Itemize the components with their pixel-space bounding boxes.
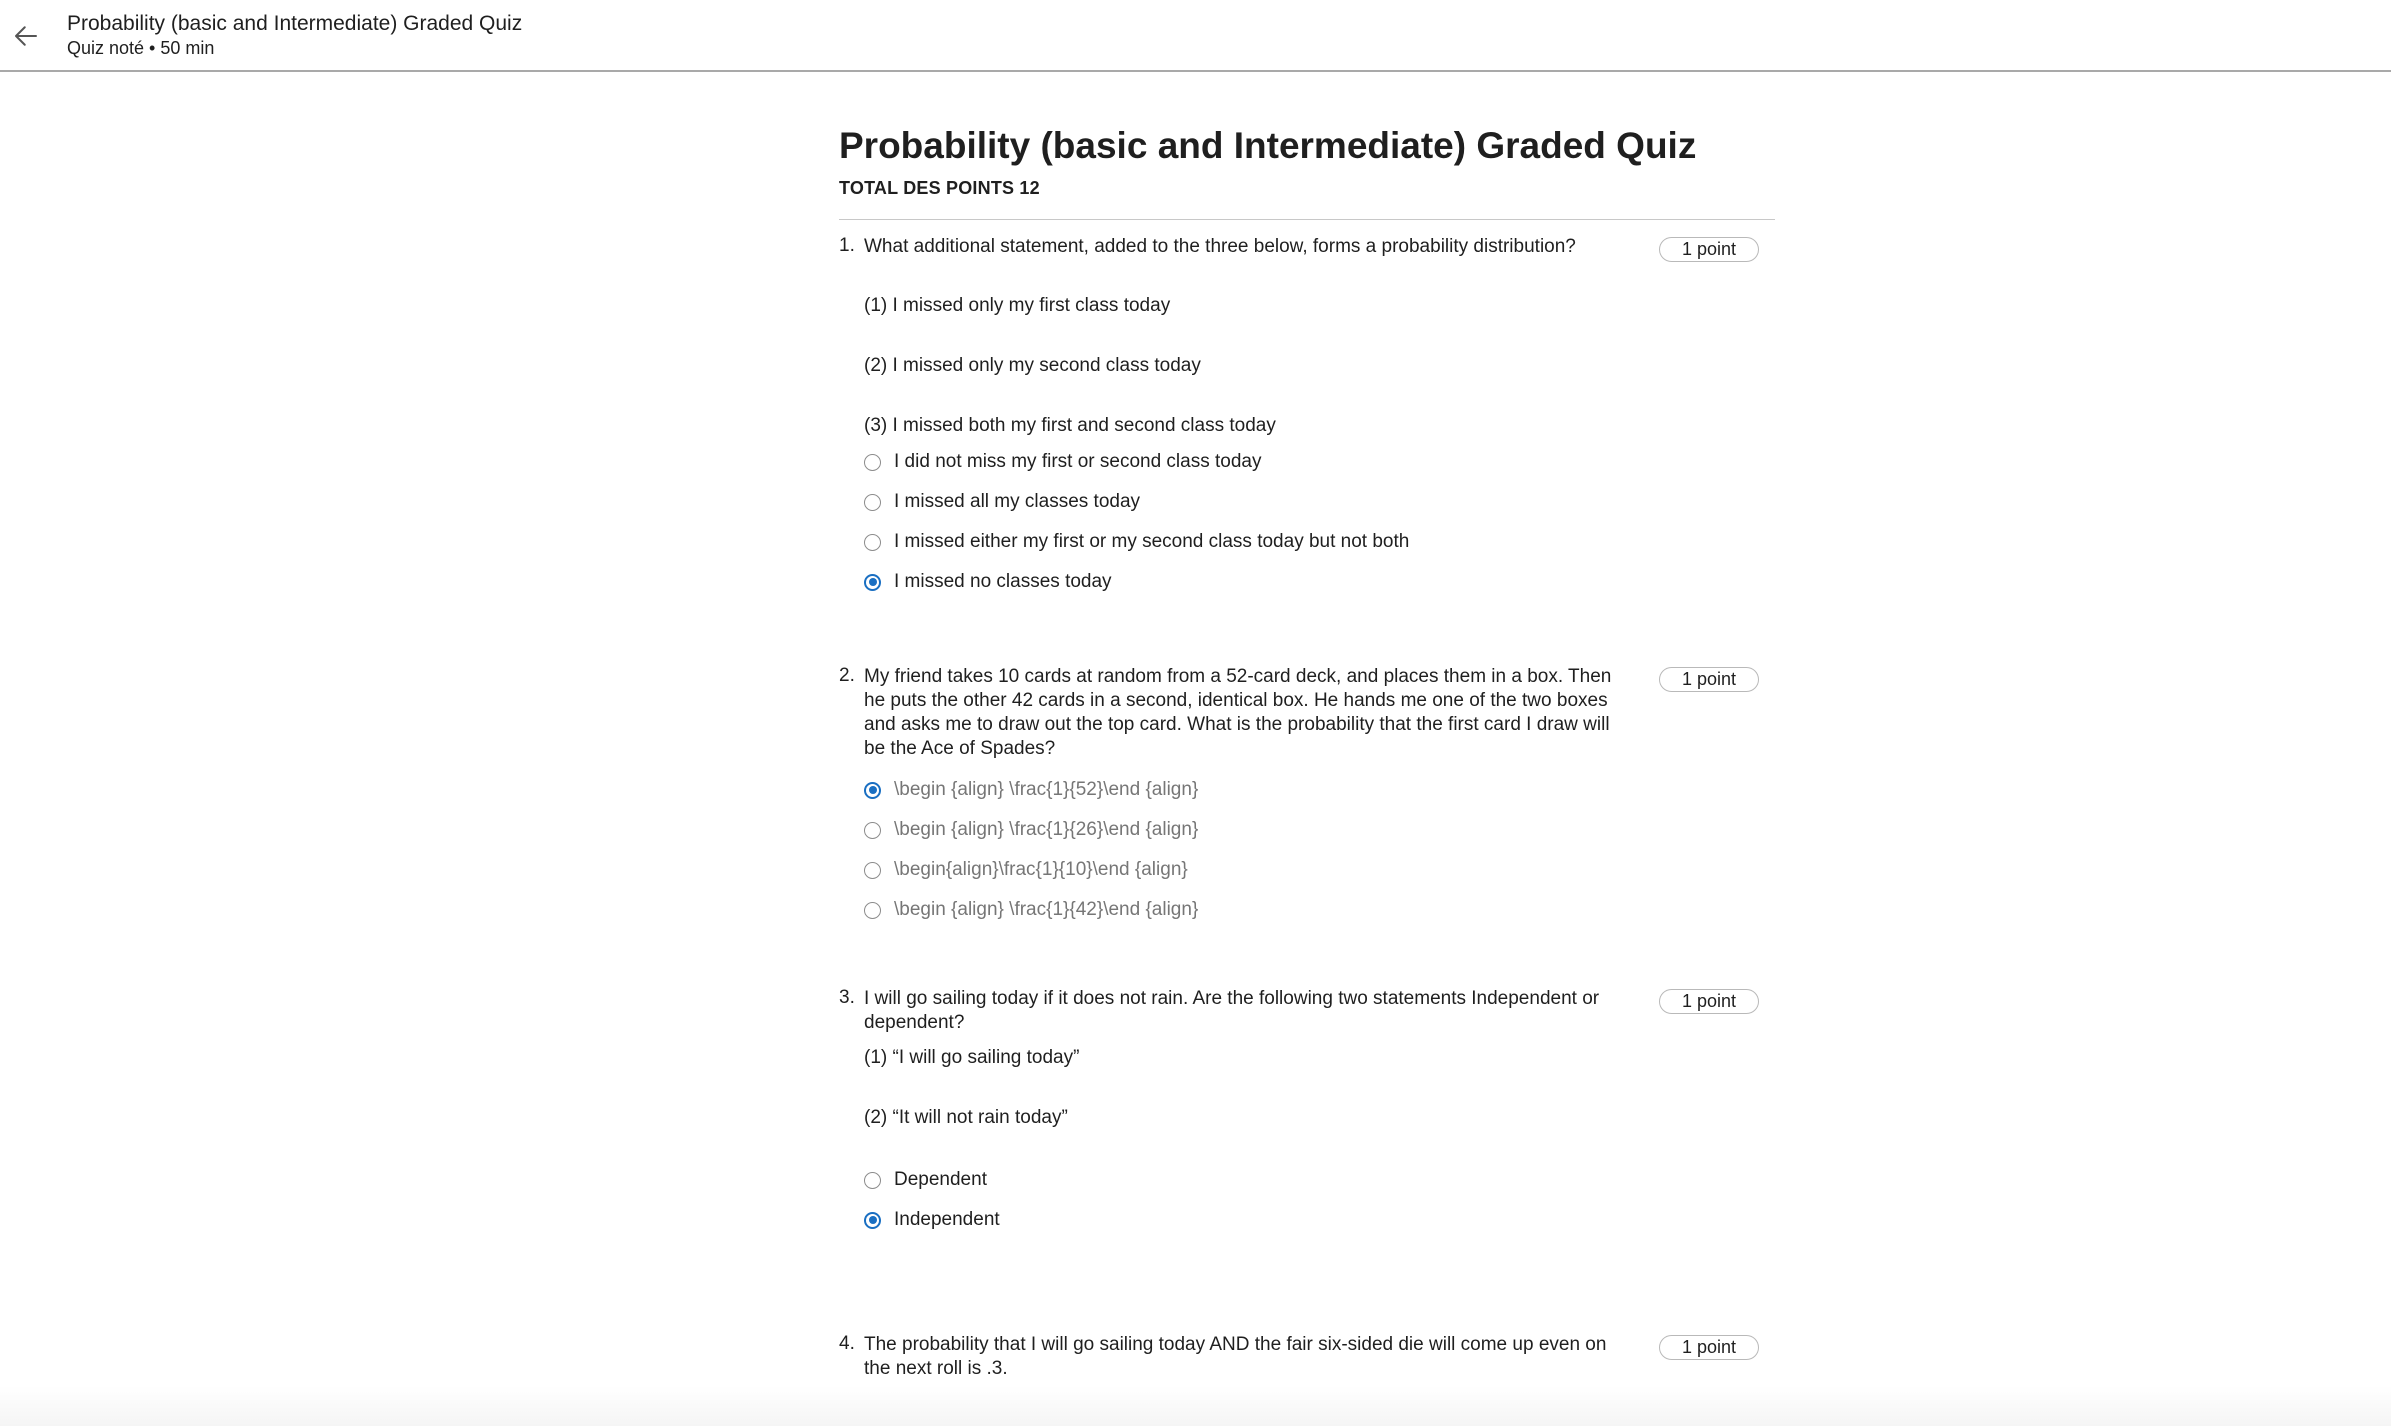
radio-button-selected[interactable] [864,1211,881,1229]
option-label: Dependent [894,1169,987,1190]
question-number: 3. [839,987,855,1008]
quiz-title: Probability (basic and Intermediate) Gra… [839,125,1697,166]
statement-2: (2) “It will not rain today” [864,1107,1068,1128]
question-number: 1. [839,235,855,256]
radio-button[interactable] [864,861,881,879]
option-1[interactable]: Dependent [864,1167,987,1193]
option-label: I did not miss my first or second class … [894,451,1262,472]
points-badge: 1 point [1659,989,1759,1014]
option-3[interactable]: I missed either my first or my second cl… [864,529,1409,555]
option-1[interactable]: \begin {align} \frac{1}{52}\end {align} [864,777,1198,803]
points-badge: 1 point [1659,237,1759,262]
top-bar: Probability (basic and Intermediate) Gra… [0,0,2391,72]
option-3[interactable]: \begin{align}\frac{1}{10}\end {align} [864,857,1188,883]
arrow-left-icon [15,26,37,46]
option-label: \begin{align}\frac{1}{10}\end {align} [894,859,1188,880]
option-label: \begin {align} \frac{1}{52}\end {align} [894,779,1199,800]
radio-button[interactable] [864,901,881,919]
option-label: I missed all my classes today [894,491,1141,512]
points-badge: 1 point [1659,1335,1759,1360]
points-badge: 1 point [1659,667,1759,692]
bottom-fade [0,1386,2391,1426]
option-label: \begin {align} \frac{1}{26}\end {align} [894,819,1199,840]
statement-1: (1) “I will go sailing today” [864,1047,1080,1068]
statement-1: (1) I missed only my first class today [864,295,1171,316]
radio-button[interactable] [864,453,881,471]
title-divider [839,219,1775,220]
quiz-content: Probability (basic and Intermediate) Gra… [839,120,1775,1379]
back-button[interactable] [8,18,44,54]
option-2[interactable]: \begin {align} \frac{1}{26}\end {align} [864,817,1198,843]
question-text: I will go sailing today if it does not r… [864,988,1600,1033]
question-text: My friend takes 10 cards at random from … [864,666,1612,759]
option-1[interactable]: I did not miss my first or second class … [864,449,1261,475]
statement-2: (2) I missed only my second class today [864,355,1201,376]
statement-3: (3) I missed both my first and second cl… [864,415,1276,436]
option-label: Independent [894,1209,1000,1230]
option-4[interactable]: \begin {align} \frac{1}{42}\end {align} [864,897,1198,923]
radio-button[interactable] [864,533,881,551]
total-points: TOTAL DES POINTS 12 [839,178,1040,198]
radio-button[interactable] [864,1171,881,1189]
question-number: 4. [839,1333,855,1354]
header-title: Probability (basic and Intermediate) Gra… [67,12,523,35]
radio-button[interactable] [864,493,881,511]
option-2[interactable]: Independent [864,1207,1000,1233]
radio-button-selected[interactable] [864,781,881,799]
question-text: What additional statement, added to the … [864,236,1576,257]
header-subtitle: Quiz noté • 50 min [67,38,215,58]
question-text: The probability that I will go sailing t… [864,1334,1607,1379]
radio-button[interactable] [864,821,881,839]
question-number: 2. [839,665,855,686]
option-4[interactable]: I missed no classes today [864,569,1112,595]
option-label: I missed either my first or my second cl… [894,531,1410,552]
radio-button-selected[interactable] [864,573,881,591]
option-2[interactable]: I missed all my classes today [864,489,1140,515]
option-label: I missed no classes today [894,571,1112,592]
option-label: \begin {align} \frac{1}{42}\end {align} [894,899,1199,920]
